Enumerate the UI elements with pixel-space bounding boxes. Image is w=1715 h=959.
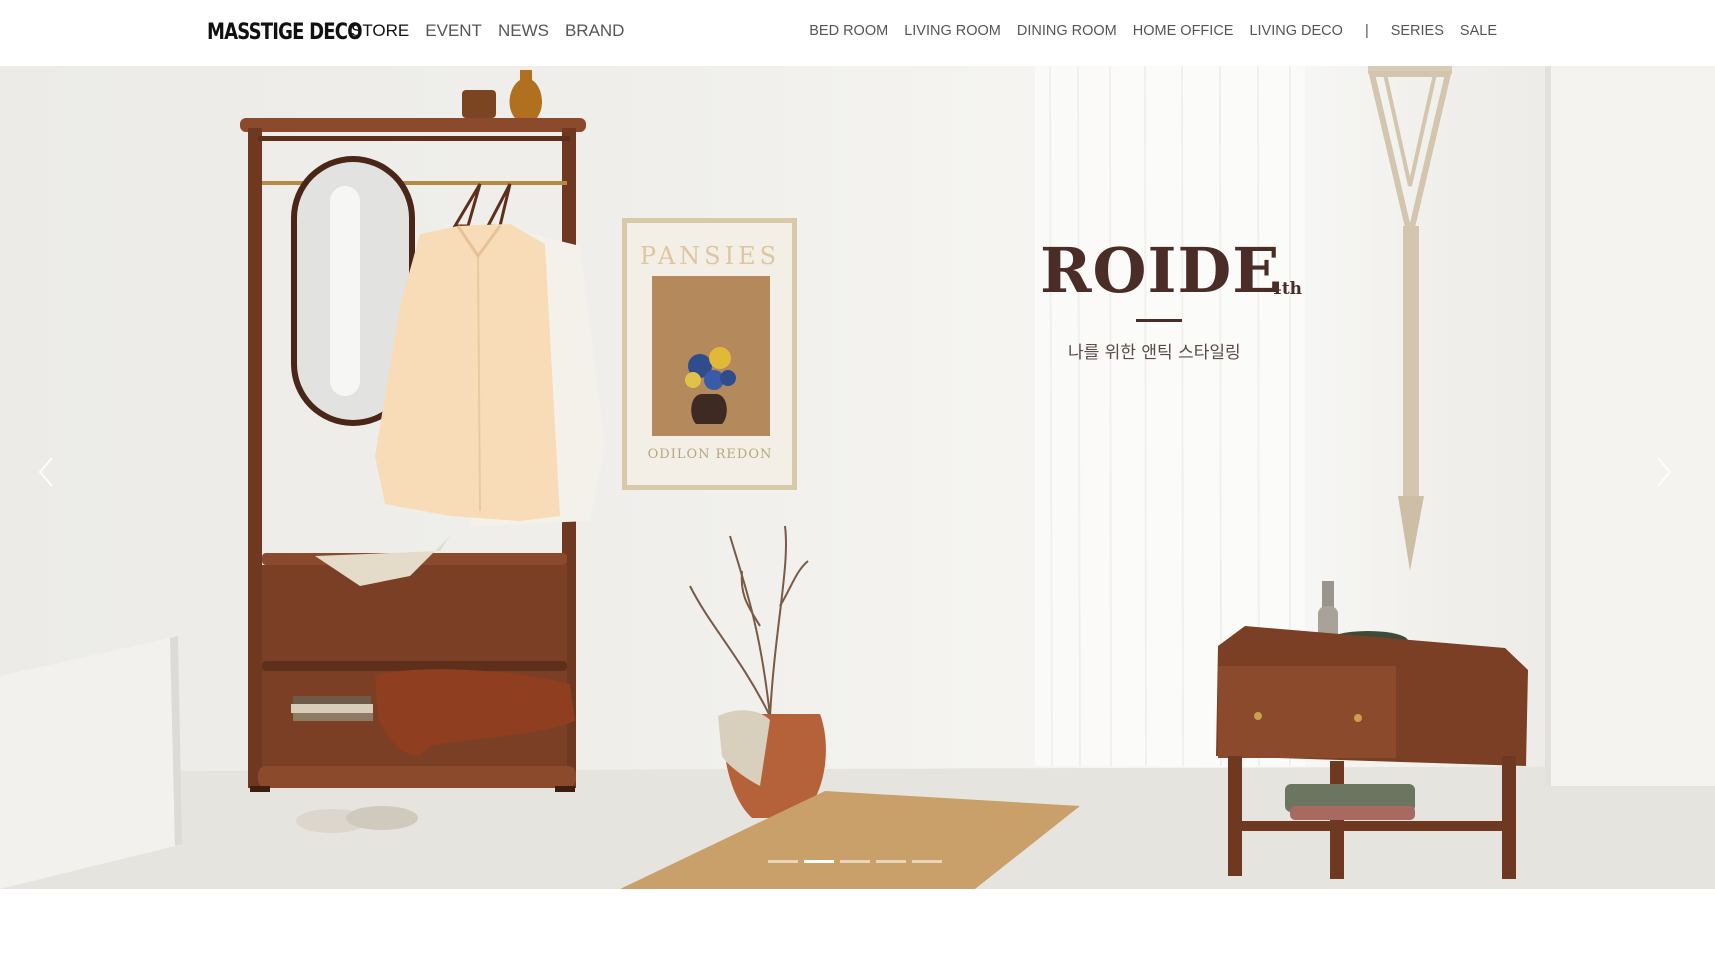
hero-title-suffix: 4th <box>1270 279 1303 299</box>
main-nav-store[interactable]: STORE <box>351 21 409 41</box>
nav-separator: | <box>1364 23 1369 39</box>
slider-dot-3[interactable] <box>840 860 870 863</box>
pansies-poster: PANSIES ODILON REDON <box>622 218 797 490</box>
slider-prev-button[interactable] <box>32 452 62 492</box>
slider-dot-2[interactable] <box>804 860 834 863</box>
chevron-left-icon <box>38 457 53 487</box>
site-header: MASSTIGE DECO STORE EVENT NEWS BRAND BED… <box>0 0 1715 66</box>
main-nav-brand[interactable]: BRAND <box>565 21 625 41</box>
site-logo[interactable]: MASSTIGE DECO <box>207 20 363 45</box>
slider-pagination <box>768 860 942 863</box>
hero-subtitle: 나를 위한 앤틱 스타일링 <box>1068 343 1241 363</box>
slider-dot-1[interactable] <box>768 860 798 863</box>
slider-dot-4[interactable] <box>876 860 906 863</box>
category-bed-room[interactable]: BED ROOM <box>809 23 888 39</box>
nav-series[interactable]: SERIES <box>1391 23 1444 39</box>
category-living-deco[interactable]: LIVING DECO <box>1249 23 1342 39</box>
slider-dot-5[interactable] <box>912 860 942 863</box>
main-nav-event[interactable]: EVENT <box>425 21 482 41</box>
hero-scene-image: PANSIES ODILON REDON <box>0 66 1715 889</box>
chevron-right-icon <box>1657 457 1672 487</box>
category-living-room[interactable]: LIVING ROOM <box>904 23 1001 39</box>
category-dining-room[interactable]: DINING ROOM <box>1017 23 1117 39</box>
category-home-office[interactable]: HOME OFFICE <box>1133 23 1234 39</box>
poster-title: PANSIES <box>640 242 780 270</box>
hero-title: ROIDE <box>1040 234 1281 307</box>
poster-caption: ODILON REDON <box>648 447 773 462</box>
main-nav-news[interactable]: NEWS <box>498 21 549 41</box>
main-nav: STORE EVENT NEWS BRAND <box>351 21 624 41</box>
hero-slider: PANSIES ODILON REDON ROIDE 4th 나를 위한 앤틱 … <box>0 66 1715 889</box>
nav-sale[interactable]: SALE <box>1460 23 1497 39</box>
macrame-hanging <box>1368 66 1452 571</box>
category-nav: BED ROOM LIVING ROOM DINING ROOM HOME OF… <box>809 23 1497 39</box>
slider-next-button[interactable] <box>1648 452 1678 492</box>
hero-divider <box>1136 319 1182 322</box>
